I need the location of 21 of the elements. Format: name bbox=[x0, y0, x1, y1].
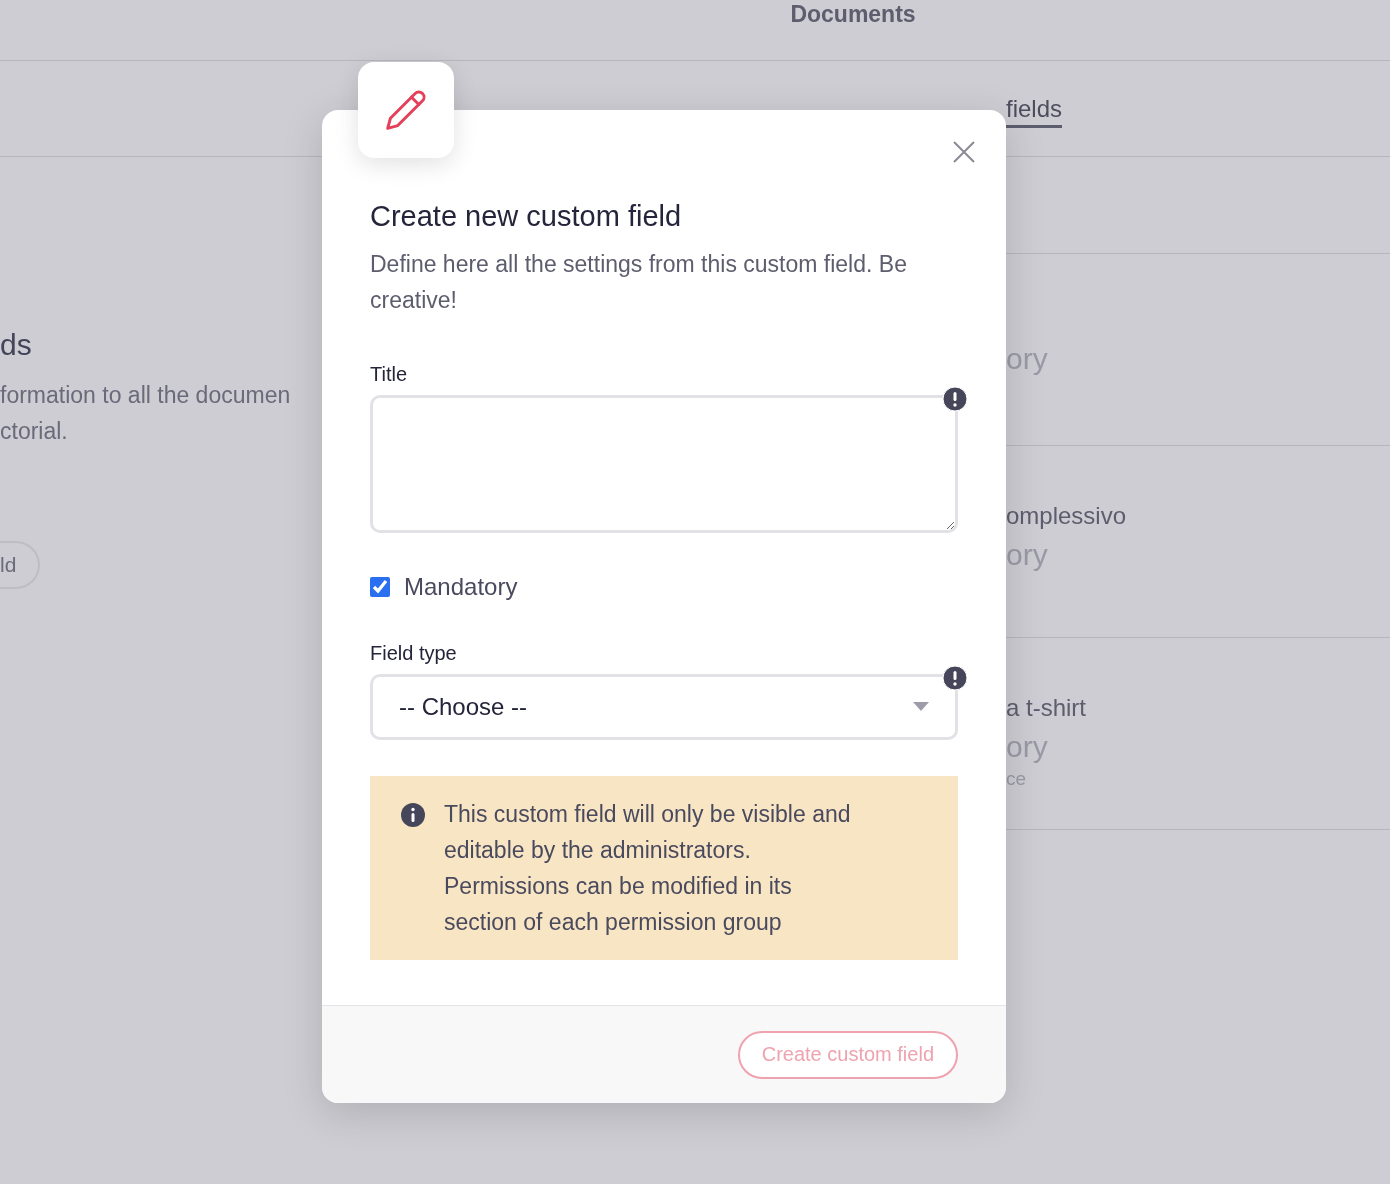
modal-title: Create new custom field bbox=[370, 199, 683, 234]
caret-icon bbox=[913, 702, 929, 712]
page-title: Documents bbox=[790, 0, 916, 29]
add-field-button[interactable]: ld bbox=[0, 541, 41, 589]
notice-text: This custom field will only be visible and editable by the administrators. Permissions can be modified in its section of each permission group bbox=[444, 800, 852, 937]
pencil-icon bbox=[384, 88, 428, 132]
section-description: formation to all the documen bbox=[0, 381, 291, 410]
field-label: Title bbox=[370, 362, 409, 386]
close-button[interactable] bbox=[952, 140, 976, 164]
section-description: ctorial. bbox=[0, 417, 68, 446]
field-type-select[interactable]: -- Choose -- bbox=[370, 674, 958, 740]
field-name: omplessivo bbox=[1006, 501, 1128, 531]
close-icon bbox=[952, 140, 976, 164]
mandatory-checkbox[interactable] bbox=[370, 577, 390, 597]
title-field[interactable] bbox=[370, 395, 958, 533]
field-name: a t-shirt bbox=[1006, 693, 1087, 723]
modal-description: Define here all the settings from this custom field. Be creative! bbox=[370, 250, 908, 315]
info-icon bbox=[400, 802, 426, 828]
checkbox-label: Mandatory bbox=[404, 573, 518, 601]
section-title: ds bbox=[0, 327, 32, 363]
field-label: Field type bbox=[370, 641, 458, 665]
